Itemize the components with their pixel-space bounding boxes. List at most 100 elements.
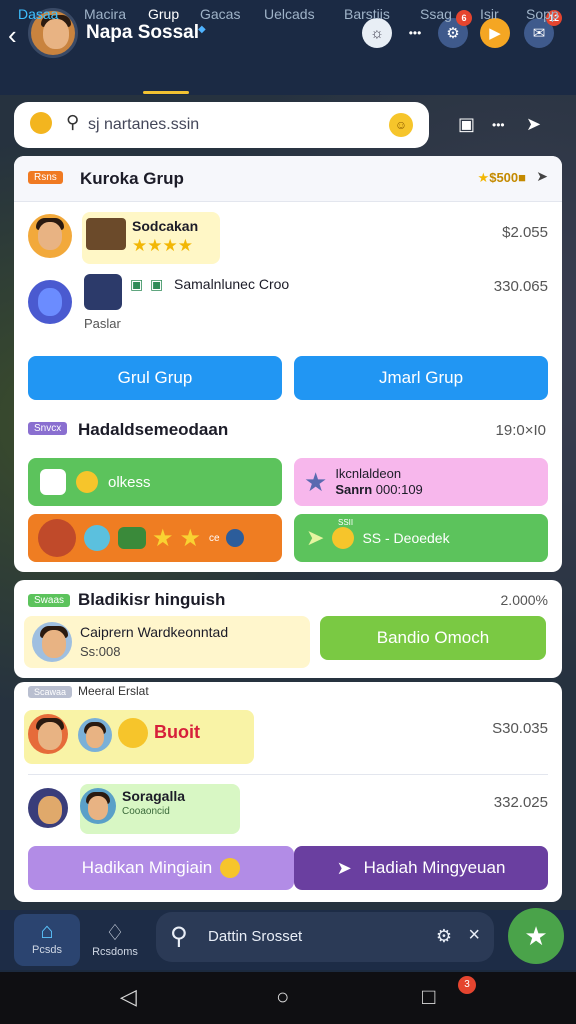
weekly-card: Swaas Bladikisr hinguish 2.000% Caiprern… (14, 580, 562, 678)
group-card: Rsns Kuroka Grup ★$500■ ➤ Sodcakan ★★★★ … (14, 156, 562, 572)
weekly-value: 2.000% (500, 592, 548, 608)
nav-notifications[interactable]: ♢ Rcsdoms (82, 916, 148, 958)
avatar (28, 280, 72, 324)
more-icon[interactable]: ••• (492, 118, 505, 132)
star-icon: ★ (524, 920, 548, 951)
search-input[interactable]: sj nartanes.ssin (88, 116, 199, 134)
tile-sub: SSII (338, 518, 354, 527)
mineral-title: Meeral Erslat (78, 684, 149, 698)
group-tag: Rsns (28, 171, 63, 184)
app-icon (84, 274, 122, 310)
coin-value: ★$500■ (477, 170, 526, 185)
home-circle-icon[interactable]: ○ (276, 984, 289, 1010)
tile-line1: Ikcnlaldeon (335, 466, 402, 481)
bag-icon (118, 527, 146, 549)
star-fab-button[interactable]: ★ (508, 908, 564, 964)
reward-tile-orange[interactable]: ★ ★ ce (28, 514, 282, 562)
star-icon: ★ (304, 466, 328, 497)
list-item[interactable]: Buoit S30.035 (14, 706, 562, 772)
avatar (78, 718, 112, 752)
avatar (28, 214, 72, 258)
avatar (28, 788, 68, 828)
reward-tile-green[interactable]: olkess (28, 458, 282, 506)
mineral-card: Scawaa Meeral Erslat Buoit S30.035 Sorag… (14, 682, 562, 902)
tab-games[interactable]: Gacas (200, 2, 240, 26)
back-icon[interactable]: ◁ (120, 984, 137, 1010)
bell-icon: ♢ (105, 920, 125, 945)
member-price: $2.055 (502, 224, 548, 241)
system-navigation: ◁ ○ □ 3 (0, 972, 576, 1024)
house-icon (86, 218, 126, 250)
member-price: S30.035 (492, 720, 548, 737)
weekly-reward-button-2[interactable]: ➤ Hadiah Mingyeuan (294, 846, 548, 890)
member-name: Samalnlunec Croo (174, 276, 290, 292)
weekly-action-button[interactable]: Bandio Omoch (320, 616, 546, 660)
character-icon (84, 525, 110, 551)
group-card-header: Rsns Kuroka Grup ★$500■ ➤ (14, 156, 562, 202)
tab-media[interactable]: Macira (84, 2, 126, 26)
tile-label: olkess (108, 473, 151, 491)
bottom-search-input[interactable]: Dattin Srosset (208, 928, 302, 945)
list-item[interactable]: ▣ ▣ Samalnlunec Croo Paslar 330.065 (14, 270, 562, 342)
app-header: ‹ Napa Sossal ◆ ☼ ••• ⚙ 6 ▶ ✉ 12 Dasaa M… (0, 0, 576, 95)
back-arrow-icon[interactable]: ‹ (8, 20, 17, 51)
recents-icon[interactable]: □ (422, 984, 435, 1010)
coin-icon (332, 527, 355, 549)
reward-tile-pink[interactable]: ★ Ikcnlaldeon Sanrn 000:109 (294, 458, 548, 506)
settings-icon[interactable]: ⚙ (436, 926, 452, 947)
tab-list[interactable]: Isir (480, 2, 499, 26)
home-icon: ⌂ (40, 918, 54, 943)
avatar (80, 788, 116, 824)
smiley-icon (118, 718, 148, 748)
weekly-title: Bladikisr hinguish (78, 590, 226, 609)
list-item[interactable]: Sodcakan ★★★★ $2.055 (14, 208, 562, 268)
group-title: Kuroka Grup (80, 169, 184, 188)
search-bar[interactable]: ⚲ sj nartanes.ssin ☺ (14, 102, 429, 148)
weekly-member-pill[interactable]: Caiprern Wardkeonntad Ss:008 (24, 616, 310, 668)
section-value: 19:0×I0 (495, 422, 546, 439)
gem-icon: ▣ (150, 276, 164, 292)
share-arrow-icon[interactable]: ➤ (536, 168, 548, 185)
close-icon[interactable]: × (468, 924, 480, 947)
tile-line2: Sanrn 000:109 (335, 482, 423, 497)
group-invite-button[interactable]: Jmarl Grup (294, 356, 548, 400)
member-subtitle: Cooaoncid (122, 806, 170, 817)
weekly-reward-button[interactable]: Hadikan Mingiain (28, 846, 294, 890)
mineral-tag: Scawaa (28, 686, 73, 698)
search-icon: ⚲ (66, 112, 80, 132)
active-tab-indicator (143, 91, 189, 94)
tab-save[interactable]: Ssag (420, 2, 452, 26)
list-item[interactable]: Soragalla Cooaoncid 332.025 (14, 780, 562, 842)
avatar (38, 519, 76, 557)
tab-videos[interactable]: Uelcads (264, 2, 315, 26)
coin-icon (220, 858, 241, 878)
member-name: Sodcakan (132, 218, 199, 234)
recents-badge: 3 (458, 976, 476, 994)
tab-group[interactable]: Grup (148, 2, 179, 26)
tab-stats[interactable]: Barstiis (344, 2, 390, 26)
arrow-icon: ➤ (306, 525, 325, 550)
star-icon: ★ (179, 524, 202, 552)
member-price: 332.025 (493, 794, 548, 811)
member-label: Buoit (154, 722, 200, 742)
nav-home[interactable]: ⌂ Pcsds (14, 914, 80, 966)
avatar (32, 622, 72, 662)
tab-shop[interactable]: Sopp (526, 2, 559, 26)
whatsapp-icon (40, 469, 66, 495)
avatar (28, 714, 68, 754)
notification-badge: 6 (456, 10, 472, 26)
section-title: Hadaldsemeodaan (78, 420, 229, 439)
leaf-icon: ▣ (130, 276, 144, 292)
group-join-button[interactable]: Grul Grup (28, 356, 282, 400)
coin-icon (76, 471, 98, 493)
reward-tile-green-2[interactable]: ➤ SS - Deoedek SSII (294, 514, 548, 562)
member-subtitle: Paslar (84, 316, 121, 331)
member-name: Caiprern Wardkeonntad (80, 624, 229, 640)
bottom-search-bar[interactable]: ⚲ Dattin Srosset ⚙ × (156, 912, 494, 962)
share-icon[interactable]: ➤ (526, 114, 541, 135)
tab-home[interactable]: Dasaa (18, 2, 58, 26)
camera-icon[interactable]: ▣ (458, 114, 475, 135)
smiley-icon[interactable]: ☺ (389, 113, 413, 137)
tile-label: SS - Deoedek (362, 530, 450, 546)
rating-stars: ★★★★ (132, 236, 193, 255)
